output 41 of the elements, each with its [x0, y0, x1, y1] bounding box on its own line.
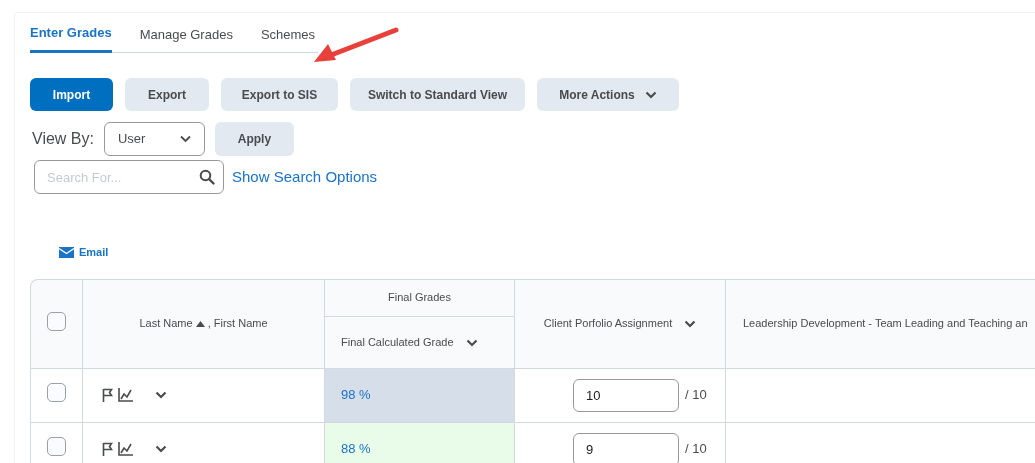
action-button[interactable]: Switch to Standard View: [350, 78, 525, 111]
score-input[interactable]: 9: [573, 432, 679, 463]
header-cell: Last Name , First Name: [83, 278, 325, 368]
apply-button[interactable]: Apply: [214, 122, 294, 156]
email-icon: [59, 246, 74, 258]
header-cell: Leadership Development - Team Leading and Teaching an: [726, 278, 1035, 368]
chart-icon: [118, 442, 133, 456]
chevron-icon: [155, 391, 167, 399]
chevron-icon: [465, 339, 478, 347]
action-button[interactable]: Export to SIS: [221, 78, 338, 111]
header-cell: Final Calculated Grade: [325, 316, 515, 368]
flag-icon: [102, 442, 114, 456]
search-field[interactable]: Search For...: [34, 160, 224, 194]
chart-icon: [118, 388, 133, 402]
tab[interactable]: Enter Grades: [30, 22, 112, 53]
grade-cell: 88 %: [325, 421, 515, 463]
header-cell: Client Porfolio Assignment: [515, 278, 726, 368]
show-search-options-link[interactable]: Show Search Options: [232, 165, 378, 189]
view-by-dropdown[interactable]: User: [103, 122, 205, 156]
chevron-icon: [179, 135, 191, 143]
checkbox[interactable]: [47, 311, 66, 331]
chevron-icon: [155, 445, 167, 453]
search-icon: [199, 169, 215, 185]
tab[interactable]: Manage Grades: [139, 22, 233, 53]
grade-cell: 98 %: [325, 367, 515, 422]
import-button[interactable]: Import: [30, 78, 113, 111]
tab[interactable]: Schemes: [260, 22, 316, 53]
view-by-label: View By:: [32, 129, 94, 149]
points-possible: / 10: [685, 440, 707, 459]
action-button[interactable]: Export: [125, 78, 209, 111]
points-possible: / 10: [685, 386, 707, 405]
checkbox[interactable]: [47, 437, 66, 457]
header-cell: Final Grades: [325, 278, 515, 317]
chevron-icon: [644, 90, 657, 99]
checkbox[interactable]: [47, 383, 66, 403]
email-link[interactable]: Email: [59, 244, 109, 261]
sort-up-icon: [195, 320, 205, 327]
score-input[interactable]: 10: [573, 378, 679, 412]
menu-button[interactable]: More Actions: [537, 78, 679, 111]
chevron-icon: [684, 319, 697, 328]
flag-icon: [102, 388, 114, 402]
